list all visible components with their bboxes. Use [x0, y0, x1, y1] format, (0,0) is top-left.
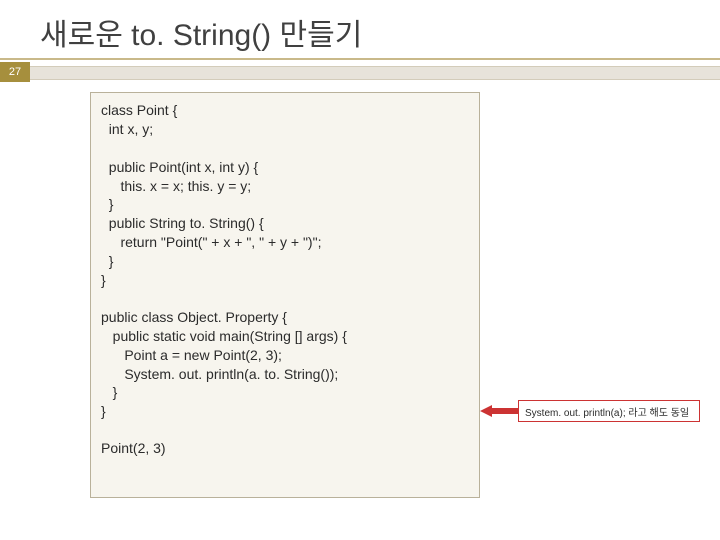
slide-title: 새로운 to. String() 만들기 [40, 10, 362, 54]
callout-box: System. out. println(a); 라고 해도 동일 [518, 400, 700, 422]
title-underline [0, 58, 720, 60]
page-number-badge: 27 [0, 62, 30, 82]
code-class-objectproperty: public class Object. Property { public s… [101, 308, 469, 421]
code-output: Point(2, 3) [101, 439, 469, 458]
callout-arrow-icon [480, 403, 520, 419]
callout-text: System. out. println(a); 라고 해도 동일 [525, 404, 689, 419]
slide: 새로운 to. String() 만들기 27 class Point { in… [0, 0, 720, 540]
header-bar [30, 66, 720, 80]
code-class-point: class Point { int x, y; public Point(int… [101, 101, 469, 290]
code-box: class Point { int x, y; public Point(int… [90, 92, 480, 498]
